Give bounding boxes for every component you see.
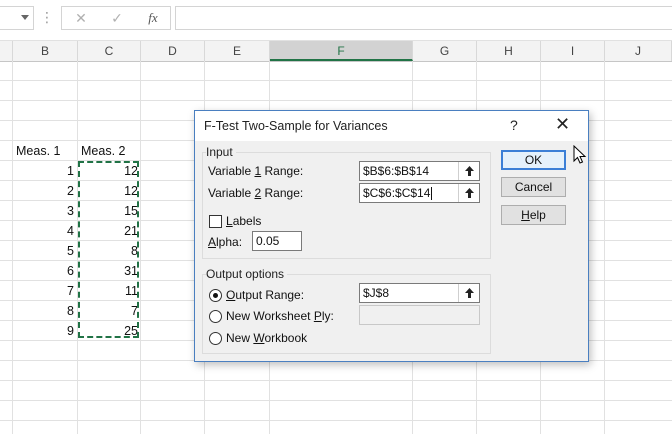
column-header-j[interactable]: J — [605, 41, 672, 61]
new-worksheet-ply-input[interactable] — [359, 305, 480, 325]
cell-meas1[interactable]: 7 — [13, 281, 74, 301]
dialog-title: F-Test Two-Sample for Variances — [204, 119, 388, 133]
cell-meas1[interactable]: 3 — [13, 201, 74, 221]
column-header-a[interactable] — [0, 41, 13, 61]
input-group-label: Input — [206, 145, 236, 159]
output-range-radio[interactable] — [209, 289, 222, 302]
cell-meas2-header[interactable]: Meas. 2 — [81, 141, 125, 161]
formula-bar: ⋮ ✕ ✓ fx — [0, 0, 672, 36]
alpha-label: Alpha: — [208, 235, 243, 249]
cell-meas1-header[interactable]: Meas. 1 — [16, 141, 60, 161]
text-caret — [431, 187, 433, 201]
cell-meas2[interactable]: 7 — [78, 301, 138, 321]
labels-checkbox[interactable] — [209, 215, 222, 228]
new-worksheet-ply-label: New Worksheet Ply: — [226, 309, 334, 323]
ftest-dialog: F-Test Two-Sample for Variances ? ✕ Inpu… — [194, 110, 589, 362]
collapse-range-icon[interactable] — [458, 184, 479, 202]
column-header-f[interactable]: F — [270, 41, 413, 61]
column-header-c[interactable]: C — [78, 41, 141, 61]
alpha-input[interactable]: 0.05 — [252, 231, 302, 251]
cell-meas1[interactable]: 5 — [13, 241, 74, 261]
mouse-pointer-icon — [573, 145, 587, 164]
column-header-i[interactable]: I — [541, 41, 605, 61]
labels-checkbox-label: Labels — [226, 214, 262, 228]
output-group-label: Output options — [206, 267, 288, 281]
cell-meas2[interactable]: 21 — [78, 221, 138, 241]
help-button[interactable]: Help — [501, 205, 566, 225]
name-box[interactable] — [0, 6, 34, 30]
new-worksheet-ply-radio[interactable] — [209, 310, 222, 323]
formula-input[interactable] — [175, 6, 672, 30]
cell-meas1[interactable]: 1 — [13, 161, 74, 181]
cell-meas2[interactable]: 12 — [78, 181, 138, 201]
confirm-entry-icon[interactable]: ✓ — [106, 9, 128, 27]
cell-meas1[interactable]: 9 — [13, 321, 74, 341]
close-icon[interactable]: ✕ — [555, 114, 570, 135]
variable1-range-label: Variable 1 Range: — [208, 164, 304, 178]
cell-meas2[interactable]: 15 — [78, 201, 138, 221]
column-header-d[interactable]: D — [141, 41, 205, 61]
ok-button[interactable]: OK — [501, 150, 566, 170]
more-options-icon: ⋮ — [40, 9, 54, 25]
cell-meas2[interactable]: 25 — [78, 321, 138, 341]
cell-meas1[interactable]: 4 — [13, 221, 74, 241]
cell-meas2[interactable]: 8 — [78, 241, 138, 261]
cell-meas1[interactable]: 8 — [13, 301, 74, 321]
cell-meas1[interactable]: 6 — [13, 261, 74, 281]
variable2-range-label: Variable 2 Range: — [208, 186, 304, 200]
dialog-titlebar[interactable]: F-Test Two-Sample for Variances ? ✕ — [195, 111, 588, 141]
help-icon[interactable]: ? — [510, 117, 518, 133]
cell-meas2[interactable]: 11 — [78, 281, 138, 301]
chevron-down-icon[interactable] — [21, 15, 29, 20]
new-workbook-label: New Workbook — [226, 331, 308, 345]
column-header-h[interactable]: H — [477, 41, 541, 61]
cancel-entry-icon[interactable]: ✕ — [70, 9, 92, 27]
cell-meas1[interactable]: 2 — [13, 181, 74, 201]
insert-function-icon[interactable]: fx — [142, 9, 164, 27]
collapse-range-icon[interactable] — [458, 284, 479, 302]
cell-meas2[interactable]: 31 — [78, 261, 138, 281]
formula-buttons: ✕ ✓ fx — [61, 6, 171, 30]
collapse-range-icon[interactable] — [458, 162, 479, 180]
output-range-label: Output Range: — [226, 288, 305, 302]
column-header-g[interactable]: G — [413, 41, 477, 61]
cancel-button[interactable]: Cancel — [501, 177, 566, 197]
column-headers: B C D E F G H I J — [0, 40, 672, 62]
cell-meas2[interactable]: 12 — [78, 161, 138, 181]
column-header-e[interactable]: E — [205, 41, 270, 61]
column-header-b[interactable]: B — [13, 41, 78, 61]
new-workbook-radio[interactable] — [209, 332, 222, 345]
